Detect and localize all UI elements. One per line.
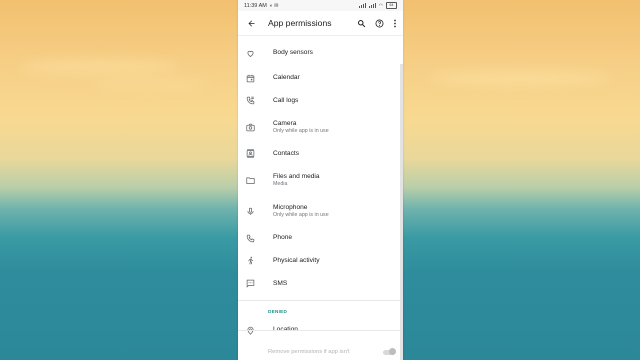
search-icon[interactable] [357,19,366,28]
wifi-icon: ◠ [378,2,383,9]
phone-screen: 11:39 AM ◐ ✉ ◠ 64 App permissions Body s… [238,0,403,360]
permission-label: Phone [273,234,293,241]
permission-label: SMS [273,279,288,287]
more-options-icon[interactable] [393,19,397,28]
permission-label: Files and media [273,173,320,180]
camera-icon [244,121,256,133]
folder-icon [244,175,256,187]
remove-permissions-toggle[interactable] [383,348,396,355]
permission-item-body-sensors[interactable]: Body sensors [238,39,403,67]
signal-icon [368,3,376,8]
signal-icon [358,3,366,8]
permission-label: Physical activity [273,256,320,264]
permission-item-physical-activity[interactable]: Physical activity [238,249,403,272]
permission-status: Only while app is in use [273,127,329,134]
app-bar: App permissions [238,11,403,36]
permission-item-sms[interactable]: SMS [238,272,403,295]
help-icon[interactable] [375,19,384,28]
sms-icon [244,278,256,290]
calendar-icon [244,72,256,84]
scrollbar[interactable] [400,64,403,360]
permission-list: Body sensors Calendar Call logs Camera O… [238,39,403,341]
denied-section-header: DENIED [268,309,288,314]
permission-item-call-logs[interactable]: Call logs [238,89,403,112]
permission-item-phone[interactable]: Phone [238,227,403,249]
contacts-icon [244,148,256,160]
divider [238,330,403,331]
backdrop-cloud [20,60,180,74]
permission-status: Media [273,181,288,187]
page-title: App permissions [268,18,332,28]
permission-item-microphone[interactable]: Microphone Only while app is in use [238,196,403,227]
status-time: 11:39 AM [244,2,267,9]
microphone-icon [244,206,256,218]
permission-label: Call logs [273,96,299,104]
remove-permissions-label: Remove permissions if app isn't [268,349,350,355]
call-log-icon [244,95,256,107]
back-arrow-icon[interactable] [244,16,258,30]
backdrop-cloud [430,70,610,86]
notification-icon: ◐ ✉ [269,2,279,9]
permission-item-calendar[interactable]: Calendar [238,67,403,89]
battery-icon: 64 [386,2,397,9]
heart-icon [244,47,256,59]
remove-permissions-row[interactable]: Remove permissions if app isn't [238,344,403,360]
status-bar: 11:39 AM ◐ ✉ ◠ 64 [238,0,403,11]
permission-item-camera[interactable]: Camera Only while app is in use [238,112,403,142]
divider [238,300,403,301]
walking-icon [244,255,256,267]
permission-item-contacts[interactable]: Contacts [238,142,403,165]
permission-item-files-and-media[interactable]: Files and media Media [238,165,403,196]
permission-label: Camera [273,119,297,127]
permission-label: Microphone [273,204,308,211]
permission-status: Only while app is in use [273,212,329,218]
permission-label: Contacts [273,149,300,157]
permission-label: Body sensors [273,49,313,56]
permission-label: Calendar [273,74,300,81]
backdrop-cloud [90,80,210,88]
phone-icon [244,232,256,244]
